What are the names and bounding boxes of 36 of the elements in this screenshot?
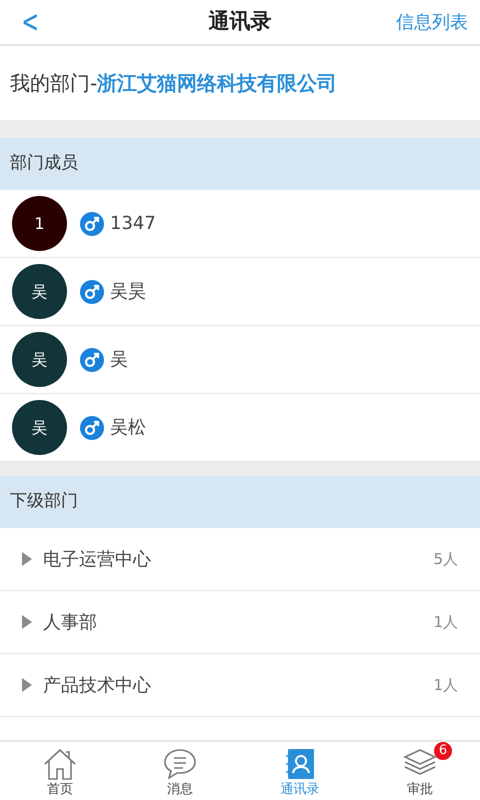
member-count: 1人 bbox=[433, 612, 458, 633]
department-name: 浙江艾猫网络科技有限公司 bbox=[97, 70, 338, 97]
expand-arrow-icon bbox=[22, 552, 32, 566]
member-name: 吴松 bbox=[110, 416, 146, 440]
speech-bubble-icon bbox=[163, 748, 197, 780]
avatar: 吴 bbox=[12, 400, 67, 455]
notification-badge: 6 bbox=[434, 742, 452, 760]
member-count: 5人 bbox=[433, 548, 458, 570]
subdepartment-name: 产品技术中心 bbox=[43, 674, 151, 698]
section-title: 部门成员 bbox=[10, 152, 78, 176]
avatar: 吴 bbox=[12, 332, 67, 387]
home-icon bbox=[43, 748, 77, 780]
section-title: 下级部门 bbox=[10, 490, 78, 514]
subdepartment-name: 电子运营中心 bbox=[43, 548, 151, 572]
expand-arrow-icon bbox=[22, 615, 32, 629]
member-row[interactable]: 吴 吴昊 bbox=[0, 258, 480, 326]
subdepartment-name: 人事部 bbox=[43, 610, 97, 634]
subdepartment-row[interactable]: 产品技术中心 1人 bbox=[0, 654, 480, 717]
tab[interactable]: 消息 bbox=[120, 742, 240, 800]
subdepartment-row[interactable]: 电子运营中心 5人 bbox=[0, 528, 480, 591]
member-name: 吴 bbox=[110, 348, 128, 372]
avatar: 吴 bbox=[12, 264, 67, 319]
member-name: 吴昊 bbox=[110, 280, 146, 304]
tab[interactable]: 首页 bbox=[0, 742, 120, 800]
department-label: 我的部门- bbox=[10, 70, 98, 97]
tab[interactable]: 通讯录 bbox=[240, 742, 360, 800]
member-row[interactable]: 吴 吴 bbox=[0, 326, 480, 394]
member-row[interactable]: 1 1347 bbox=[0, 190, 480, 258]
address-book-icon bbox=[285, 748, 315, 780]
member-count: 1人 bbox=[433, 674, 458, 696]
subdepartment-row[interactable]: 人事部 1人 bbox=[0, 591, 480, 654]
member-name: 1347 bbox=[110, 212, 156, 236]
tab[interactable]: 审批 6 bbox=[360, 742, 480, 800]
page-title: 通讯录 bbox=[208, 8, 272, 36]
avatar: 1 bbox=[12, 196, 67, 251]
expand-arrow-icon bbox=[22, 678, 32, 692]
